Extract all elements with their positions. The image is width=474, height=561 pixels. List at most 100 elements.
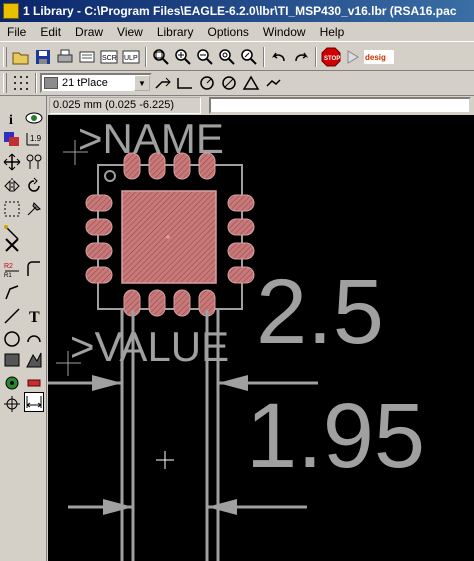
pad-right-2 bbox=[227, 218, 255, 236]
via-icon[interactable] bbox=[2, 394, 22, 414]
menu-edit[interactable]: Edit bbox=[33, 25, 68, 39]
display-icon[interactable] bbox=[2, 129, 22, 149]
menu-window[interactable]: Window bbox=[256, 25, 313, 39]
coordinate-row: 0.025 mm (0.025 -6.225) bbox=[0, 96, 474, 115]
scr-icon[interactable]: SCR bbox=[98, 46, 120, 68]
zoom-in-icon[interactable] bbox=[172, 46, 194, 68]
parameter-toolbar: 21 tPlace ▼ bbox=[0, 71, 474, 96]
toolbar-separator bbox=[315, 46, 317, 67]
dimension-icon[interactable] bbox=[24, 392, 44, 412]
redo-icon[interactable] bbox=[290, 46, 312, 68]
mark-icon[interactable]: 1.9 bbox=[24, 129, 44, 149]
save-icon[interactable] bbox=[32, 46, 54, 68]
pad-left-2 bbox=[85, 218, 113, 236]
toolbar-grip[interactable] bbox=[3, 73, 7, 93]
wire-icon[interactable] bbox=[2, 306, 22, 326]
move-icon[interactable] bbox=[2, 152, 22, 172]
app-icon bbox=[3, 3, 19, 19]
ulp-icon[interactable]: ULP bbox=[120, 46, 142, 68]
toolbar-separator bbox=[35, 73, 37, 93]
layer-select[interactable]: 21 tPlace ▼ bbox=[40, 73, 152, 93]
pad-left-1 bbox=[85, 194, 113, 212]
undo-icon[interactable] bbox=[268, 46, 290, 68]
info-icon[interactable]: i bbox=[2, 108, 22, 128]
svg-text:1.9: 1.9 bbox=[30, 134, 42, 143]
value-label[interactable]: >VALUE bbox=[70, 323, 229, 370]
wire-straight-icon[interactable] bbox=[174, 72, 196, 94]
rotate-icon[interactable] bbox=[24, 176, 44, 196]
coordinate-readout: 0.025 mm (0.025 -6.225) bbox=[49, 97, 201, 114]
svg-text:R1: R1 bbox=[4, 273, 12, 278]
arc-cw-icon[interactable] bbox=[196, 72, 218, 94]
cursor-crosshair bbox=[156, 451, 174, 469]
menu-options[interactable]: Options bbox=[201, 25, 256, 39]
print-icon[interactable] bbox=[54, 46, 76, 68]
pad-left-3 bbox=[85, 242, 113, 260]
svg-text:desig: desig bbox=[365, 53, 386, 62]
svg-text:ULP: ULP bbox=[124, 55, 138, 62]
svg-text:STOP: STOP bbox=[324, 56, 340, 62]
menu-draw[interactable]: Draw bbox=[68, 25, 110, 39]
rect-icon[interactable] bbox=[2, 350, 22, 370]
toolbar-grip[interactable] bbox=[3, 46, 7, 67]
circle-icon[interactable] bbox=[2, 329, 22, 349]
pad-left-4 bbox=[85, 266, 113, 284]
miter-icon[interactable] bbox=[262, 72, 284, 94]
zoom-select-icon[interactable] bbox=[238, 46, 260, 68]
layout-drawing: >NAME >VALUE 2.5 1.95 bbox=[48, 115, 425, 561]
split-icon[interactable] bbox=[2, 282, 22, 302]
angle-icon[interactable] bbox=[240, 72, 262, 94]
arc-icon[interactable] bbox=[24, 329, 44, 349]
group-icon[interactable] bbox=[2, 199, 22, 219]
copy-icon[interactable] bbox=[24, 152, 44, 172]
show-icon[interactable] bbox=[24, 108, 44, 128]
toolbar-separator bbox=[145, 46, 147, 67]
pad-top-4 bbox=[198, 152, 216, 180]
layer-color-swatch bbox=[44, 77, 58, 89]
polygon-icon[interactable] bbox=[24, 350, 44, 370]
open-icon[interactable] bbox=[10, 46, 32, 68]
pad-icon[interactable] bbox=[2, 373, 22, 393]
design-link-icon[interactable]: desig bbox=[364, 46, 394, 68]
smash-icon[interactable] bbox=[24, 259, 44, 279]
arc-ccw-icon[interactable] bbox=[218, 72, 240, 94]
dim2-arrow-left bbox=[103, 499, 133, 515]
menu-help[interactable]: Help bbox=[313, 25, 352, 39]
command-line-input[interactable] bbox=[209, 97, 471, 114]
zoom-out-icon[interactable] bbox=[194, 46, 216, 68]
change-icon[interactable] bbox=[24, 199, 44, 219]
command-sidebar: i 1.9 R2 R1 T bbox=[0, 96, 47, 561]
smd-icon[interactable] bbox=[24, 373, 44, 393]
menu-library[interactable]: Library bbox=[150, 25, 201, 39]
zoom-redraw-icon[interactable] bbox=[216, 46, 238, 68]
menu-bar: File Edit Draw View Library Options Wind… bbox=[0, 22, 474, 42]
pad-top-1 bbox=[123, 152, 141, 180]
pad-right-3 bbox=[227, 242, 255, 260]
drawing-canvas[interactable]: >NAME >VALUE 2.5 1.95 bbox=[48, 115, 474, 561]
go-icon[interactable] bbox=[342, 46, 364, 68]
name-icon[interactable]: R2 R1 bbox=[2, 259, 22, 279]
pin1-marker bbox=[104, 170, 116, 182]
stop-icon[interactable]: STOP bbox=[320, 46, 342, 68]
layer-select-value: 21 tPlace bbox=[62, 77, 108, 89]
zoom-fit-icon[interactable] bbox=[150, 46, 172, 68]
main-toolbar: SCR ULP STOP desig bbox=[0, 43, 474, 71]
title-bar: 1 Library - C:\Program Files\EAGLE-6.2.0… bbox=[0, 0, 474, 22]
pad-bottom-3 bbox=[173, 289, 191, 317]
menu-view[interactable]: View bbox=[110, 25, 150, 39]
text-icon[interactable]: T bbox=[24, 306, 44, 326]
delete-icon[interactable] bbox=[2, 235, 22, 255]
dim-arrow-left bbox=[92, 375, 122, 391]
dimension-2-5-label[interactable]: 2.5 bbox=[256, 261, 384, 363]
dim-arrow-right bbox=[218, 375, 248, 391]
wire-bend-icon[interactable] bbox=[152, 72, 174, 94]
menu-file[interactable]: File bbox=[0, 25, 33, 39]
chevron-down-icon[interactable]: ▼ bbox=[134, 75, 150, 91]
pad-top-2 bbox=[148, 152, 166, 180]
dimension-1-95-label[interactable]: 1.95 bbox=[246, 385, 425, 487]
pad-right-1 bbox=[227, 194, 255, 212]
svg-text:i: i bbox=[9, 113, 13, 126]
cam-icon[interactable] bbox=[76, 46, 98, 68]
mirror-icon[interactable] bbox=[2, 176, 22, 196]
grid-icon[interactable] bbox=[10, 72, 32, 94]
